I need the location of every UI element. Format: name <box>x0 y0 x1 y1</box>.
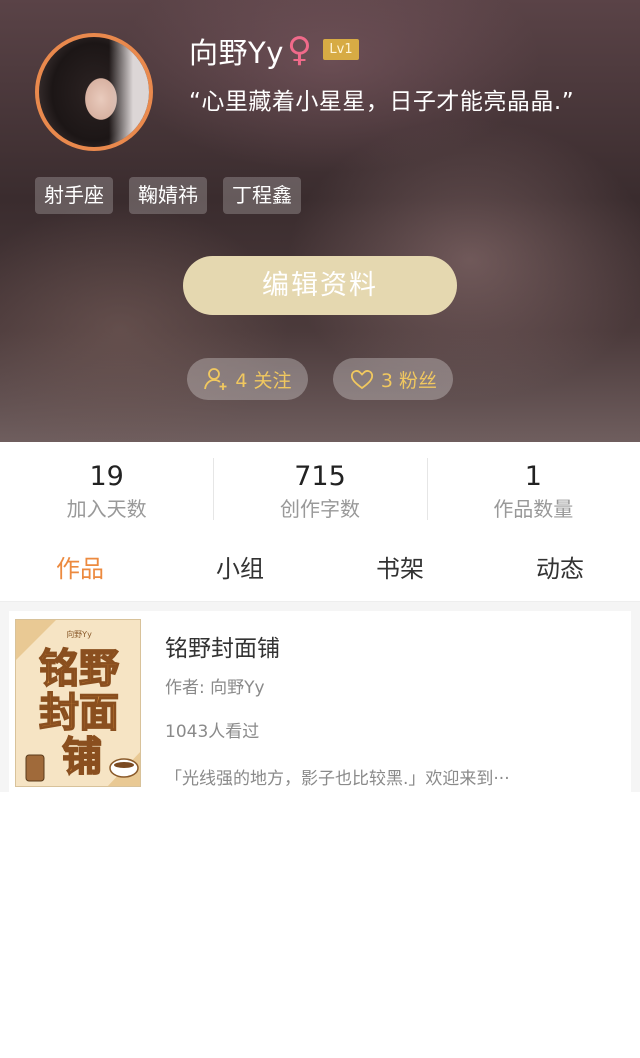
stat-works-count: 1 作品数量 <box>426 442 640 532</box>
username: 向野Yy <box>189 36 284 70</box>
stat-value: 19 <box>89 461 124 492</box>
cover-title-line: 铺 <box>62 734 102 780</box>
avatar[interactable] <box>35 33 153 151</box>
tab-activity[interactable]: 动态 <box>480 540 640 601</box>
stat-label: 加入天数 <box>66 497 147 521</box>
level-badge: Lv1 <box>323 39 359 60</box>
profile-header: 向野Yy ♀ Lv1 “心里藏着小星星，日子才能亮晶晶.” 射手座 鞠婧祎 丁程… <box>0 0 640 442</box>
stat-join-days: 19 加入天数 <box>0 442 213 532</box>
edit-profile-button[interactable]: 编辑资料 <box>183 256 457 315</box>
tab-bookshelf[interactable]: 书架 <box>320 540 480 601</box>
stat-label: 作品数量 <box>493 497 574 521</box>
cover-title-line: 封面 <box>39 690 119 736</box>
signature: “心里藏着小星星，日子才能亮晶晶.” <box>189 89 575 115</box>
following-label: 4 关注 <box>235 369 292 392</box>
work-author: 作者: 向野Yy <box>165 678 265 698</box>
user-add-icon <box>203 366 229 392</box>
tab-groups[interactable]: 小组 <box>160 540 320 601</box>
stat-value: 715 <box>294 461 346 492</box>
tag-item[interactable]: 鞠婧祎 <box>129 177 207 214</box>
work-card[interactable]: 向野Yy 铭野 封面 铺 铭野封面铺 作者: 向野Yy 1043人看过 「光线强… <box>9 611 631 792</box>
cover-credit: 向野Yy <box>66 629 92 639</box>
cover-title-line: 铭野 <box>39 646 119 692</box>
work-views: 1043人看过 <box>165 722 260 742</box>
fans-label: 3 粉丝 <box>380 369 438 392</box>
work-title[interactable]: 铭野封面铺 <box>165 629 280 663</box>
heart-icon <box>349 366 375 392</box>
profile-tabs: 作品 小组 书架 动态 <box>0 540 640 602</box>
stat-label: 创作字数 <box>279 497 360 521</box>
avatar-background <box>109 37 149 147</box>
tag-item[interactable]: 射手座 <box>35 177 113 214</box>
following-button[interactable]: 4 关注 <box>187 358 308 400</box>
tag-list: 射手座 鞠婧祎 丁程鑫 <box>35 177 301 214</box>
stat-word-count: 715 创作字数 <box>213 442 426 532</box>
fans-button[interactable]: 3 粉丝 <box>333 358 453 400</box>
stats-bar: 19 加入天数 715 创作字数 1 作品数量 <box>0 442 640 532</box>
work-cover[interactable]: 向野Yy 铭野 封面 铺 <box>15 619 141 787</box>
tab-works[interactable]: 作品 <box>0 540 160 601</box>
female-icon: ♀ <box>287 30 312 70</box>
stat-value: 1 <box>524 461 542 492</box>
work-description: 「光线强的地方，影子也比较黑.」欢迎来到··· <box>165 769 510 789</box>
works-list: 向野Yy 铭野 封面 铺 铭野封面铺 作者: 向野Yy 1043人看过 「光线强… <box>0 602 640 792</box>
tag-item[interactable]: 丁程鑫 <box>223 177 301 214</box>
